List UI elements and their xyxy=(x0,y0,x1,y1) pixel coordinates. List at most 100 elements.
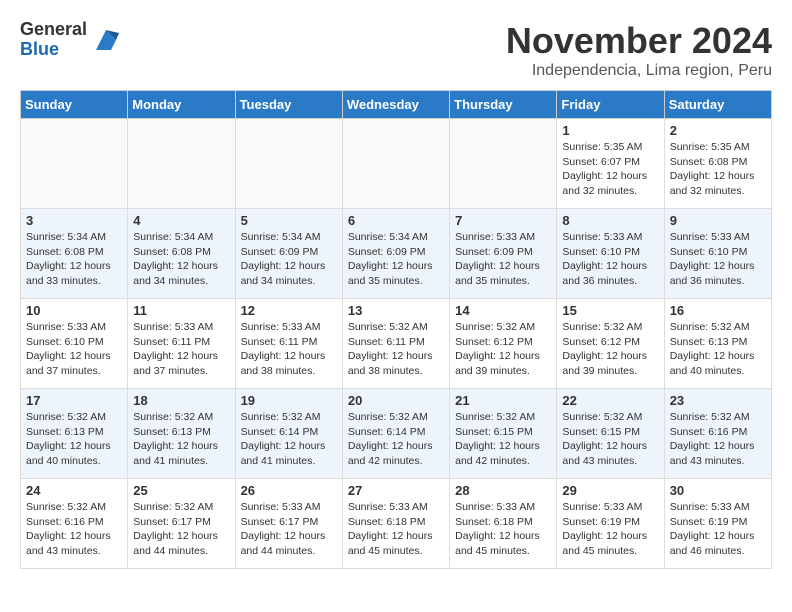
day-number: 25 xyxy=(133,483,229,498)
day-info: Sunrise: 5:32 AM Sunset: 6:13 PM Dayligh… xyxy=(670,320,766,379)
calendar-day: 11 Sunrise: 5:33 AM Sunset: 6:11 PM Dayli… xyxy=(128,299,235,389)
calendar-day: 14 Sunrise: 5:32 AM Sunset: 6:12 PM Dayli… xyxy=(450,299,557,389)
calendar-day: 10Sunrise: 5:33 AM Sunset: 6:10 PM Dayli… xyxy=(21,299,128,389)
calendar-day: 24 Sunrise: 5:32 AM Sunset: 6:16 PM Dayli… xyxy=(21,479,128,569)
month-title: November 2024 xyxy=(506,20,772,62)
day-number: 18 xyxy=(133,393,229,408)
day-info: Sunrise: 5:34 AM Sunset: 6:08 PM Dayligh… xyxy=(133,230,229,289)
day-number: 26 xyxy=(241,483,337,498)
day-info: Sunrise: 5:33 AM Sunset: 6:10 PM Dayligh… xyxy=(26,320,122,379)
calendar-header-tuesday: Tuesday xyxy=(235,91,342,119)
calendar-day: 5 Sunrise: 5:34 AM Sunset: 6:09 PM Daylig… xyxy=(235,209,342,299)
day-number: 28 xyxy=(455,483,551,498)
day-number: 23 xyxy=(670,393,766,408)
calendar-day: 4Sunrise: 5:34 AM Sunset: 6:08 PM Daylig… xyxy=(128,209,235,299)
calendar-day: 30 Sunrise: 5:33 AM Sunset: 6:19 PM Dayli… xyxy=(664,479,771,569)
calendar-day: 16 Sunrise: 5:32 AM Sunset: 6:13 PM Dayli… xyxy=(664,299,771,389)
logo-general-text: General xyxy=(20,20,87,40)
calendar-day: 17Sunrise: 5:32 AM Sunset: 6:13 PM Dayli… xyxy=(21,389,128,479)
day-number: 20 xyxy=(348,393,444,408)
calendar-header-row: SundayMondayTuesdayWednesdayThursdayFrid… xyxy=(21,91,772,119)
day-info: Sunrise: 5:32 AM Sunset: 6:15 PM Dayligh… xyxy=(455,410,551,469)
calendar-day xyxy=(21,119,128,209)
day-info: Sunrise: 5:32 AM Sunset: 6:16 PM Dayligh… xyxy=(26,500,122,559)
calendar-day: 28 Sunrise: 5:33 AM Sunset: 6:18 PM Dayli… xyxy=(450,479,557,569)
day-number: 16 xyxy=(670,303,766,318)
day-number: 14 xyxy=(455,303,551,318)
logo-icon xyxy=(91,25,121,55)
calendar-day: 29 Sunrise: 5:33 AM Sunset: 6:19 PM Dayli… xyxy=(557,479,664,569)
day-number: 9 xyxy=(670,213,766,228)
page-header: General Blue November 2024 Independencia… xyxy=(20,20,772,80)
logo-blue-text: Blue xyxy=(20,40,87,60)
calendar-week-row: 24 Sunrise: 5:32 AM Sunset: 6:16 PM Dayli… xyxy=(21,479,772,569)
calendar-day: 8 Sunrise: 5:33 AM Sunset: 6:10 PM Daylig… xyxy=(557,209,664,299)
calendar-header-thursday: Thursday xyxy=(450,91,557,119)
day-info: Sunrise: 5:33 AM Sunset: 6:11 PM Dayligh… xyxy=(241,320,337,379)
day-info: Sunrise: 5:33 AM Sunset: 6:09 PM Dayligh… xyxy=(455,230,551,289)
calendar-header-sunday: Sunday xyxy=(21,91,128,119)
day-info: Sunrise: 5:32 AM Sunset: 6:13 PM Dayligh… xyxy=(133,410,229,469)
calendar-week-row: 3 Sunrise: 5:34 AM Sunset: 6:08 PM Daylig… xyxy=(21,209,772,299)
calendar-day: 21 Sunrise: 5:32 AM Sunset: 6:15 PM Dayli… xyxy=(450,389,557,479)
day-info: Sunrise: 5:34 AM Sunset: 6:09 PM Dayligh… xyxy=(241,230,337,289)
day-info: Sunrise: 5:34 AM Sunset: 6:08 PM Dayligh… xyxy=(26,230,122,289)
day-number: 13 xyxy=(348,303,444,318)
day-info: Sunrise: 5:32 AM Sunset: 6:12 PM Dayligh… xyxy=(562,320,658,379)
day-info: Sunrise: 5:33 AM Sunset: 6:17 PM Dayligh… xyxy=(241,500,337,559)
day-number: 3 xyxy=(26,213,122,228)
calendar-day: 6Sunrise: 5:34 AM Sunset: 6:09 PM Daylig… xyxy=(342,209,449,299)
calendar-day: 26 Sunrise: 5:33 AM Sunset: 6:17 PM Dayli… xyxy=(235,479,342,569)
day-number: 8 xyxy=(562,213,658,228)
day-number: 7 xyxy=(455,213,551,228)
day-number: 29 xyxy=(562,483,658,498)
day-number: 2 xyxy=(670,123,766,138)
day-info: Sunrise: 5:33 AM Sunset: 6:18 PM Dayligh… xyxy=(455,500,551,559)
calendar-day: 20 Sunrise: 5:32 AM Sunset: 6:14 PM Dayli… xyxy=(342,389,449,479)
day-info: Sunrise: 5:33 AM Sunset: 6:10 PM Dayligh… xyxy=(562,230,658,289)
calendar-table: SundayMondayTuesdayWednesdayThursdayFrid… xyxy=(20,90,772,569)
day-info: Sunrise: 5:32 AM Sunset: 6:14 PM Dayligh… xyxy=(348,410,444,469)
day-info: Sunrise: 5:35 AM Sunset: 6:08 PM Dayligh… xyxy=(670,140,766,199)
calendar-day: 15 Sunrise: 5:32 AM Sunset: 6:12 PM Dayli… xyxy=(557,299,664,389)
day-number: 24 xyxy=(26,483,122,498)
day-number: 22 xyxy=(562,393,658,408)
day-info: Sunrise: 5:32 AM Sunset: 6:15 PM Dayligh… xyxy=(562,410,658,469)
calendar-header-saturday: Saturday xyxy=(664,91,771,119)
day-info: Sunrise: 5:33 AM Sunset: 6:11 PM Dayligh… xyxy=(133,320,229,379)
calendar-day: 19Sunrise: 5:32 AM Sunset: 6:14 PM Dayli… xyxy=(235,389,342,479)
day-number: 19 xyxy=(241,393,337,408)
day-info: Sunrise: 5:32 AM Sunset: 6:12 PM Dayligh… xyxy=(455,320,551,379)
day-number: 21 xyxy=(455,393,551,408)
day-number: 1 xyxy=(562,123,658,138)
calendar-day: 13Sunrise: 5:32 AM Sunset: 6:11 PM Dayli… xyxy=(342,299,449,389)
day-number: 15 xyxy=(562,303,658,318)
day-info: Sunrise: 5:33 AM Sunset: 6:19 PM Dayligh… xyxy=(562,500,658,559)
calendar-week-row: 17Sunrise: 5:32 AM Sunset: 6:13 PM Dayli… xyxy=(21,389,772,479)
day-info: Sunrise: 5:33 AM Sunset: 6:10 PM Dayligh… xyxy=(670,230,766,289)
calendar-day: 23Sunrise: 5:32 AM Sunset: 6:16 PM Dayli… xyxy=(664,389,771,479)
calendar-day: 7 Sunrise: 5:33 AM Sunset: 6:09 PM Daylig… xyxy=(450,209,557,299)
calendar-day xyxy=(450,119,557,209)
calendar-day: 12 Sunrise: 5:33 AM Sunset: 6:11 PM Dayli… xyxy=(235,299,342,389)
day-info: Sunrise: 5:32 AM Sunset: 6:17 PM Dayligh… xyxy=(133,500,229,559)
day-number: 5 xyxy=(241,213,337,228)
day-info: Sunrise: 5:34 AM Sunset: 6:09 PM Dayligh… xyxy=(348,230,444,289)
calendar-day: 25 Sunrise: 5:32 AM Sunset: 6:17 PM Dayli… xyxy=(128,479,235,569)
day-number: 30 xyxy=(670,483,766,498)
calendar-day xyxy=(235,119,342,209)
day-number: 12 xyxy=(241,303,337,318)
calendar-week-row: 1 Sunrise: 5:35 AM Sunset: 6:07 PM Daylig… xyxy=(21,119,772,209)
location-subtitle: Independencia, Lima region, Peru xyxy=(506,62,772,80)
calendar-day: 3 Sunrise: 5:34 AM Sunset: 6:08 PM Daylig… xyxy=(21,209,128,299)
calendar-week-row: 10Sunrise: 5:33 AM Sunset: 6:10 PM Dayli… xyxy=(21,299,772,389)
calendar-header-wednesday: Wednesday xyxy=(342,91,449,119)
day-number: 11 xyxy=(133,303,229,318)
calendar-day: 9 Sunrise: 5:33 AM Sunset: 6:10 PM Daylig… xyxy=(664,209,771,299)
day-info: Sunrise: 5:35 AM Sunset: 6:07 PM Dayligh… xyxy=(562,140,658,199)
day-info: Sunrise: 5:33 AM Sunset: 6:19 PM Dayligh… xyxy=(670,500,766,559)
calendar-header-monday: Monday xyxy=(128,91,235,119)
logo: General Blue xyxy=(20,20,121,60)
calendar-header-friday: Friday xyxy=(557,91,664,119)
calendar-day: 18 Sunrise: 5:32 AM Sunset: 6:13 PM Dayli… xyxy=(128,389,235,479)
